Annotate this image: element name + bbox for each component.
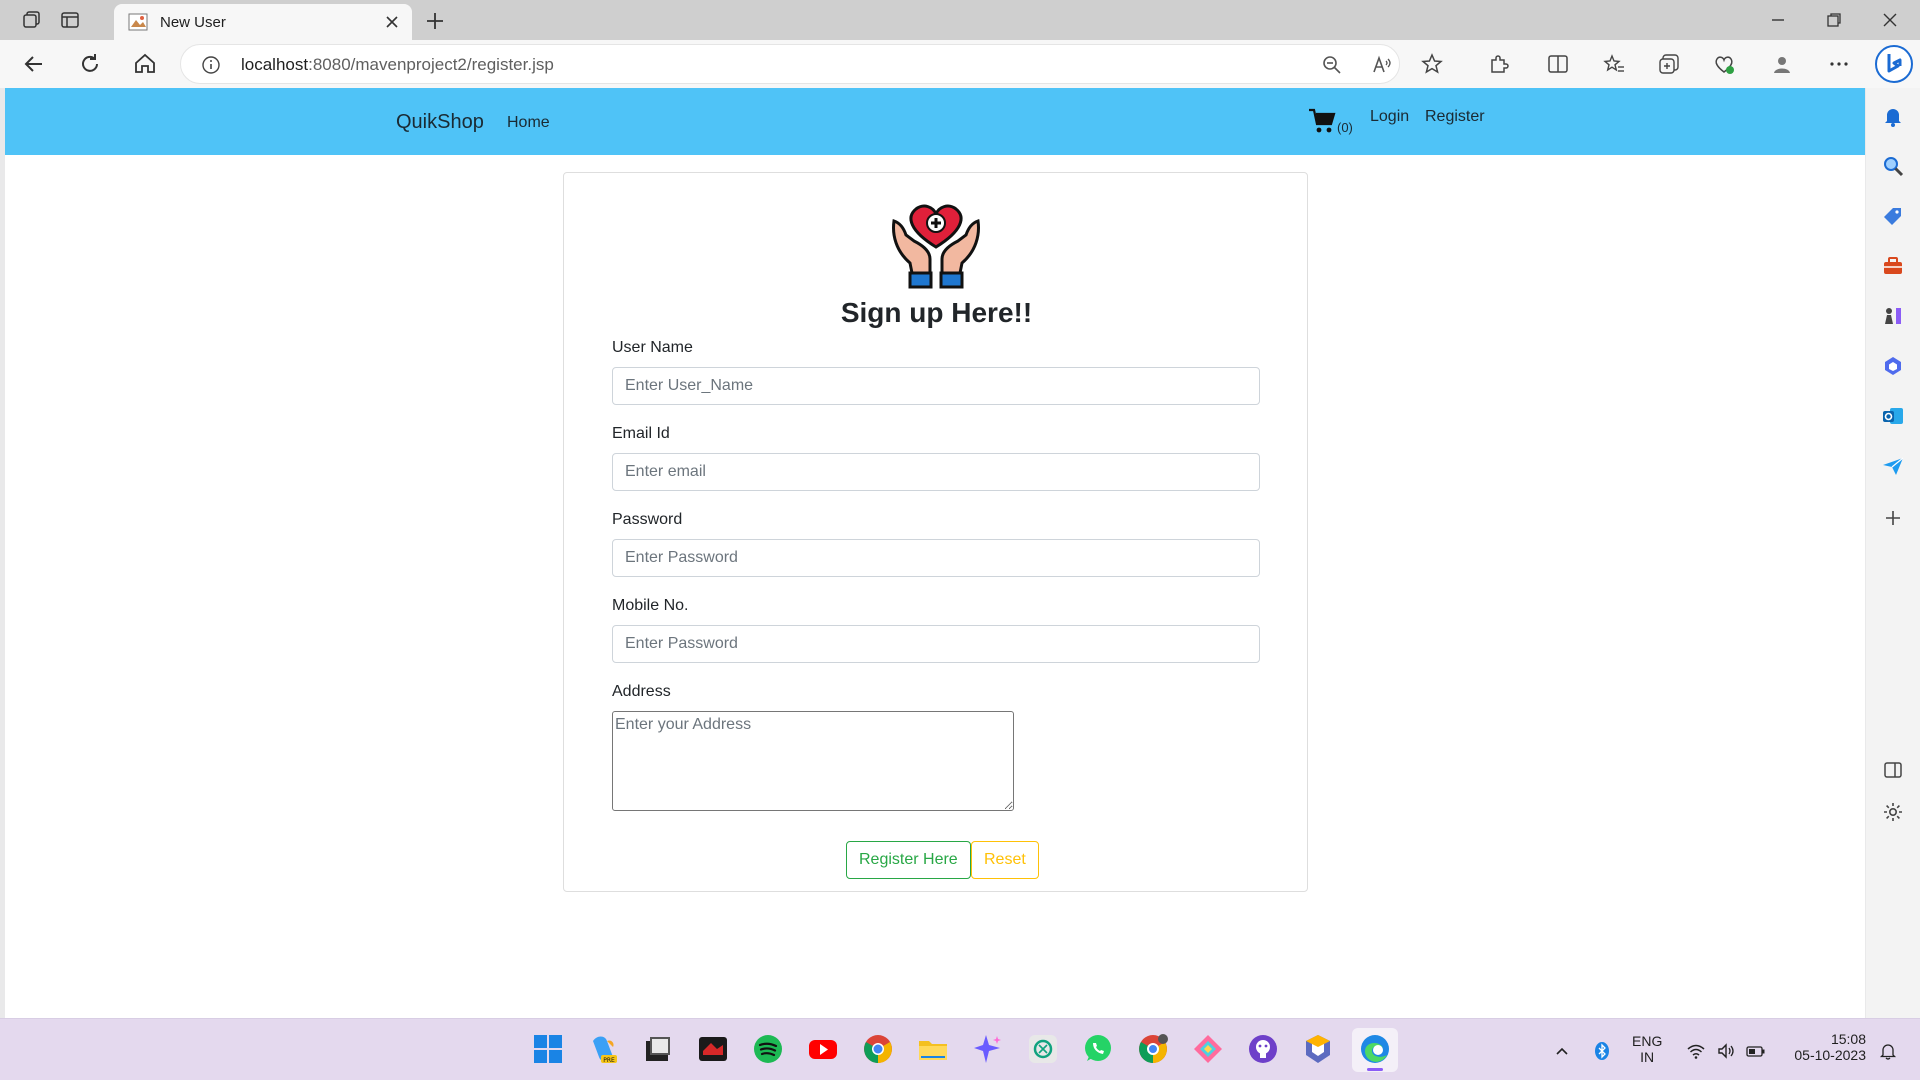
outlook-icon[interactable] [1881,404,1905,428]
split-screen-icon[interactable] [1546,52,1570,76]
tab-actions-icon[interactable] [58,8,82,32]
edge-sidebar [1866,88,1920,1018]
restore-icon[interactable] [1822,8,1846,32]
bluetooth-icon[interactable] [1592,1041,1612,1061]
notification-bell-icon[interactable] [1878,1041,1898,1061]
signup-card: Sign up Here!! User Name Email Id Passwo… [563,172,1308,892]
sidebar-settings-icon[interactable] [1881,800,1905,824]
page-favicon-icon [128,13,148,31]
extensions-icon[interactable] [1487,52,1511,76]
spotify-icon[interactable] [752,1033,784,1065]
show-hidden-icons-chevron-up-icon[interactable] [1552,1041,1572,1061]
chrome-icon[interactable] [862,1033,894,1065]
favorite-star-icon[interactable] [1420,52,1444,76]
mobile-input[interactable] [612,625,1260,663]
shield-app-icon[interactable] [1302,1033,1334,1065]
zoom-out-icon[interactable] [1321,54,1343,76]
cart-icon[interactable] [1307,106,1337,136]
start-windows-icon[interactable] [532,1033,564,1065]
register-button[interactable]: Register Here [846,841,971,879]
copilot-pre-app-icon[interactable]: PRE [587,1033,619,1065]
url-text[interactable]: localhost:8080/mavenproject2/register.js… [241,55,554,75]
games-icon[interactable] [1881,304,1905,328]
username-label: User Name [612,339,693,356]
clock-date: 05-10-2023 [1794,1047,1866,1063]
browser-essentials-icon[interactable] [1712,52,1736,76]
address-bar[interactable]: localhost:8080/mavenproject2/register.js… [180,44,1400,84]
language-region: IN [1640,1049,1655,1065]
signup-heading: Sign up Here!! [840,297,1033,328]
email-label: Email Id [612,425,670,442]
password-input[interactable] [612,539,1260,577]
battery-icon[interactable] [1746,1041,1766,1061]
file-explorer-icon[interactable] [917,1033,949,1065]
clock-time: 15:08 [1830,1031,1866,1047]
browser-toolbar: localhost:8080/mavenproject2/register.js… [0,40,1920,88]
dev-tool-app-icon[interactable] [1192,1033,1224,1065]
username-input[interactable] [612,367,1260,405]
url-path: :8080/mavenproject2/register.jsp [308,55,554,74]
svg-text:PRE: PRE [603,1057,615,1064]
mobile-label: Mobile No. [612,597,689,614]
favorites-icon[interactable] [1602,52,1626,76]
whatsapp-icon[interactable] [1082,1033,1114,1065]
reset-button[interactable]: Reset [971,841,1039,879]
wifi-icon[interactable] [1686,1041,1706,1061]
edge-browser-icon[interactable] [1352,1028,1398,1072]
refresh-icon[interactable] [76,50,104,78]
more-options-icon[interactable] [1827,52,1851,76]
language-code: ENG [1632,1033,1663,1049]
terminal-app-icon[interactable] [642,1033,674,1065]
chatgpt-icon[interactable] [1027,1033,1059,1065]
tab-new-user[interactable]: New User [114,4,412,40]
language-indicator[interactable]: ENG IN [1632,1033,1662,1065]
collections-icon[interactable] [1657,52,1681,76]
profile-icon[interactable] [1770,52,1794,76]
clock[interactable]: 15:08 05-10-2023 [1786,1031,1866,1063]
search-icon[interactable] [1881,154,1905,178]
site-brand[interactable]: QuikShop [396,111,484,134]
browser-tab-strip: New User [0,0,1920,40]
workspaces-icon[interactable] [20,8,44,32]
nav-register-link[interactable]: Register [1425,108,1485,126]
sparkle-ai-app-icon[interactable] [972,1033,1004,1065]
email-input[interactable] [612,453,1260,491]
game-app-icon[interactable] [697,1033,729,1065]
minimize-icon[interactable] [1766,8,1790,32]
shopping-tag-icon[interactable] [1881,204,1905,228]
close-tab-icon[interactable] [382,12,402,32]
windows-taskbar: PRE ENG IN 15:08 05-10-2023 [0,1018,1920,1080]
hide-sidebar-icon[interactable] [1881,758,1905,782]
new-tab-icon[interactable] [422,8,448,34]
nav-login-link[interactable]: Login [1370,108,1409,126]
nav-home-link[interactable]: Home [507,114,550,132]
github-desktop-icon[interactable] [1247,1033,1279,1065]
volume-icon[interactable] [1716,1041,1736,1061]
youtube-icon[interactable] [807,1033,839,1065]
chrome-profile-icon[interactable] [1137,1033,1169,1065]
password-label: Password [612,511,683,528]
close-window-icon[interactable] [1878,8,1902,32]
heart-in-hands-logo-icon [888,195,984,291]
microsoft365-icon[interactable] [1881,354,1905,378]
tab-title: New User [160,14,226,31]
tools-briefcase-icon[interactable] [1881,254,1905,278]
site-navbar: QuikShop Home (0) Login Register [5,88,1865,155]
add-sidebar-app-icon[interactable] [1881,506,1905,530]
address-textarea[interactable] [612,711,1014,811]
back-icon[interactable] [20,50,48,78]
send-icon[interactable] [1881,454,1905,478]
home-icon[interactable] [131,50,159,78]
page-viewport: QuikShop Home (0) Login Register Sign up… [5,88,1865,1018]
copilot-icon[interactable] [1874,44,1914,84]
address-label: Address [612,683,671,700]
url-host: localhost [241,55,309,74]
cart-count: (0) [1337,120,1353,135]
notifications-bell-icon[interactable] [1881,104,1905,128]
site-info-icon[interactable] [201,55,221,75]
read-aloud-icon[interactable] [1371,54,1393,76]
